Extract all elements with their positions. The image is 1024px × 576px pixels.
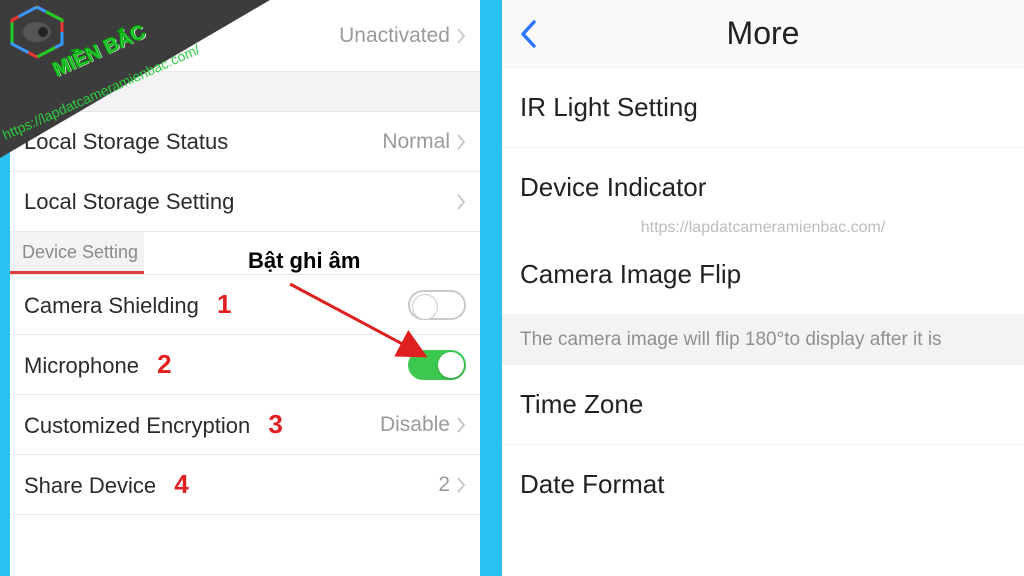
row-value: Normal <box>382 130 450 154</box>
section-header-device: Device Setting <box>10 232 144 274</box>
row-label: Date Format <box>520 469 665 499</box>
more-panel-right: More IR Light Setting Device Indicator h… <box>502 0 1024 576</box>
row-camera-flip[interactable]: Camera Image Flip <box>502 245 1024 315</box>
center-blue-strip <box>480 0 502 576</box>
row-label: Local Storage Setting <box>24 189 234 215</box>
camera-flip-note: The camera image will flip 180°to displa… <box>502 315 1024 365</box>
watermark-url-center: https://lapdatcameramienbac.com/ <box>502 215 1024 245</box>
row-label: Share Device 4 <box>24 469 189 500</box>
row-label: Camera Shielding 1 <box>24 289 231 320</box>
row-time-zone[interactable]: Time Zone <box>502 365 1024 445</box>
row-customized-encryption[interactable]: Customized Encryption 3 Disable <box>10 395 480 455</box>
row-local-storage-status[interactable]: Local Storage Status Normal <box>10 112 480 172</box>
row-value-wrap: Normal <box>382 130 466 154</box>
chevron-left-icon <box>518 18 538 50</box>
section-header-label: Device Setting <box>22 242 138 262</box>
row-value: Unactivated <box>339 24 450 48</box>
row-label: Time Zone <box>520 389 643 419</box>
chevron-right-icon <box>456 27 466 45</box>
row-label: Camera Image Flip <box>520 259 741 289</box>
annotation-label: Bật ghi âm <box>248 248 360 274</box>
chevron-right-icon <box>456 416 466 434</box>
row-local-storage-setting[interactable]: Local Storage Setting <box>10 172 480 232</box>
row-label: Device Indicator <box>520 172 706 202</box>
annotation-arrow-icon <box>280 278 450 378</box>
row-value: Disable <box>380 413 450 437</box>
annotation-number-1: 1 <box>217 289 231 319</box>
row-label: Customized Encryption 3 <box>24 409 283 440</box>
row-date-format[interactable]: Date Format <box>502 445 1024 524</box>
section-header-setting: tting <box>10 72 480 112</box>
row-value-wrap: 2 <box>438 473 466 497</box>
row-value: 2 <box>438 473 450 497</box>
section-header-label: tting <box>22 82 56 102</box>
row-value-wrap <box>456 193 466 211</box>
row-unactivated[interactable]: Unactivated <box>10 0 480 72</box>
chevron-right-icon <box>456 193 466 211</box>
row-share-device[interactable]: Share Device 4 2 <box>10 455 480 515</box>
annotation-number-4: 4 <box>174 469 188 499</box>
annotation-number-3: 3 <box>268 409 282 439</box>
more-header: More <box>502 0 1024 68</box>
page-title: More <box>727 15 800 52</box>
row-label: IR Light Setting <box>520 92 698 122</box>
chevron-right-icon <box>456 133 466 151</box>
row-value-wrap: Disable <box>380 413 466 437</box>
row-label: Local Storage Status <box>24 129 228 155</box>
annotation-number-2: 2 <box>157 349 171 379</box>
row-ir-light[interactable]: IR Light Setting <box>502 68 1024 148</box>
app-stage: Unactivated tting Local Storage Status N… <box>0 0 1024 576</box>
chevron-right-icon <box>456 476 466 494</box>
row-device-indicator[interactable]: Device Indicator <box>502 148 1024 215</box>
back-button[interactable] <box>518 18 538 55</box>
left-blue-strip <box>0 0 10 576</box>
row-value-wrap: Unactivated <box>339 24 466 48</box>
row-label: Microphone 2 <box>24 349 172 380</box>
